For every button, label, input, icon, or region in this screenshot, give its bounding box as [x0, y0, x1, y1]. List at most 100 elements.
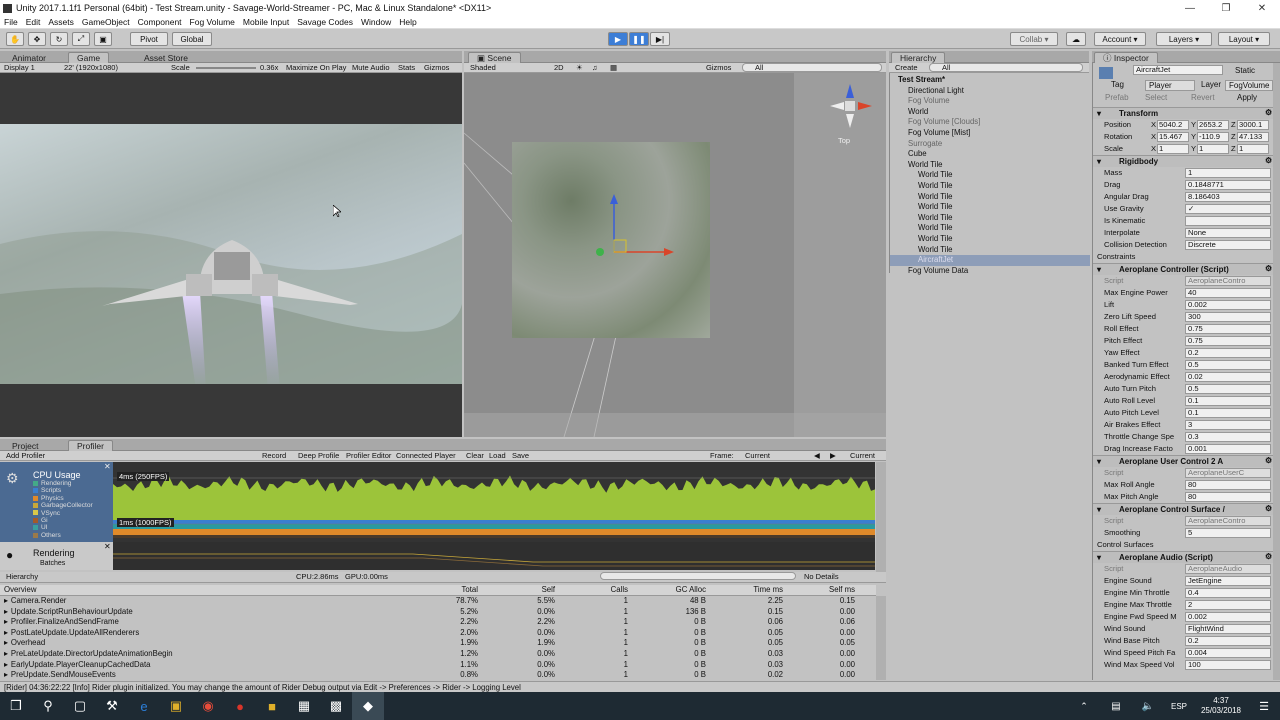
task-view-icon[interactable]: ▢: [64, 692, 96, 720]
column-header[interactable]: Overview: [4, 585, 37, 596]
transform-scale-z-field[interactable]: 1: [1237, 144, 1269, 154]
profiler-table-row[interactable]: ▸ EarlyUpdate.PlayerCleanupCachedData 1.1%…: [0, 660, 876, 671]
hierarchy-item[interactable]: World Tile: [890, 245, 1090, 256]
shading-dropdown[interactable]: Shaded: [470, 63, 496, 73]
red-app-icon[interactable]: ●: [224, 692, 256, 720]
aeroplane-controller-field-value[interactable]: 0.002: [1185, 300, 1271, 310]
profiler-graph-scrollbar[interactable]: [876, 462, 886, 572]
aeroplane-audio-field-value[interactable]: JetEngine: [1185, 576, 1271, 586]
expand-arrow-icon[interactable]: ▸: [4, 660, 8, 669]
load-button[interactable]: Load: [489, 451, 506, 461]
profiler-table-row[interactable]: ▸ Camera.Render 78.7% 5.5% 1 48 B 2.25 0.15: [0, 596, 876, 607]
aeroplane-controller-field-value[interactable]: 0.1: [1185, 396, 1271, 406]
file-explorer-icon[interactable]: ■: [256, 692, 288, 720]
effects-icon[interactable]: ▦: [610, 63, 617, 73]
aeroplane-audio-field-value[interactable]: 0.4: [1185, 588, 1271, 598]
column-header[interactable]: Time ms: [753, 585, 783, 596]
expand-arrow-icon[interactable]: ▸: [4, 607, 8, 616]
aeroplane-controller-field-value[interactable]: 0.001: [1185, 444, 1271, 454]
edge-browser-icon[interactable]: e: [128, 692, 160, 720]
hierarchy-item[interactable]: World Tile: [890, 170, 1090, 181]
expand-arrow-icon[interactable]: ▸: [4, 628, 8, 637]
pause-button[interactable]: ❚❚: [629, 32, 649, 46]
component-settings-icon[interactable]: ⚙: [1265, 156, 1272, 165]
rigidbody-field-value[interactable]: 0.1848771: [1185, 180, 1271, 190]
aeroplane-audio-field-value[interactable]: 0.2: [1185, 636, 1271, 646]
menu-window[interactable]: Window: [357, 17, 395, 27]
control-surfaces-foldout[interactable]: Control Surfaces: [1093, 539, 1280, 551]
component-settings-icon[interactable]: ⚙: [1265, 456, 1272, 465]
hierarchy-item[interactable]: Fog Volume: [890, 96, 1090, 107]
tools-app-icon[interactable]: ⚒: [96, 692, 128, 720]
transform-rotation-z-field[interactable]: 47.133: [1237, 132, 1269, 142]
console-status-bar[interactable]: [Rider] 04:36:22:22 [Info] Rider plugin …: [0, 681, 1280, 692]
prefab-select-button[interactable]: Select: [1145, 93, 1167, 102]
menu-fog-volume[interactable]: Fog Volume: [186, 17, 239, 27]
play-button[interactable]: ▶: [608, 32, 628, 46]
prev-frame-icon[interactable]: ◀: [814, 451, 820, 461]
hierarchy-item[interactable]: Fog Volume [Mist]: [890, 128, 1090, 139]
hierarchy-item[interactable]: Cube: [890, 149, 1090, 160]
user-control-component[interactable]: ▾ Aeroplane User Control 2 A ⚙: [1093, 455, 1280, 467]
constraints-foldout[interactable]: Constraints: [1093, 251, 1280, 263]
pivot-button[interactable]: Pivot: [130, 32, 168, 46]
component-settings-icon[interactable]: ⚙: [1265, 504, 1272, 513]
hierarchy-item[interactable]: World Tile: [890, 223, 1090, 234]
object-name-field[interactable]: AircraftJet: [1133, 65, 1223, 75]
hierarchy-item[interactable]: Fog Volume Data: [890, 266, 1090, 277]
lighting-icon[interactable]: ☀: [576, 63, 583, 73]
transform-rotation-x-field[interactable]: 15.467: [1157, 132, 1189, 142]
expand-arrow-icon[interactable]: ▸: [4, 670, 8, 679]
mute-audio-button[interactable]: Mute Audio: [352, 63, 390, 73]
global-button[interactable]: Global: [172, 32, 212, 46]
aeroplane-audio-component[interactable]: ▾ Aeroplane Audio (Script) ⚙: [1093, 551, 1280, 563]
aeroplane-audio-field-value[interactable]: 0.002: [1185, 612, 1271, 622]
user-control-field-value[interactable]: 80: [1185, 480, 1271, 490]
hierarchy-item[interactable]: AircraftJet: [890, 255, 1090, 266]
rigidbody-field-value[interactable]: 8.186403: [1185, 192, 1271, 202]
gizmos-button[interactable]: Gizmos: [424, 63, 449, 73]
close-rendering-module-icon[interactable]: ✕: [104, 542, 111, 551]
menu-gameobject[interactable]: GameObject: [78, 17, 134, 27]
aeroplane-audio-field-value[interactable]: 100: [1185, 660, 1271, 670]
restore-icon[interactable]: ❐: [1208, 3, 1244, 14]
menu-help[interactable]: Help: [395, 17, 420, 27]
cpu-legend-item[interactable]: VSync: [33, 510, 60, 517]
tab-hierarchy[interactable]: Hierarchy: [891, 52, 946, 63]
rigidbody-field-value[interactable]: Discrete: [1185, 240, 1271, 250]
deep-profile-button[interactable]: Deep Profile: [298, 451, 339, 461]
hierarchy-item[interactable]: World Tile: [890, 234, 1090, 245]
column-header[interactable]: Calls: [611, 585, 628, 596]
rigidbody-field-value[interactable]: 1: [1185, 168, 1271, 178]
transform-position-y-field[interactable]: 2653.2: [1197, 120, 1229, 130]
column-header[interactable]: Self ms: [829, 585, 855, 596]
hand-tool-icon[interactable]: ✋: [6, 32, 24, 46]
cpu-legend-item[interactable]: Rendering: [33, 480, 71, 487]
view-mode-dropdown[interactable]: Hierarchy: [6, 572, 38, 582]
hierarchy-search-input[interactable]: All: [929, 63, 1083, 72]
maximize-on-play-button[interactable]: Maximize On Play: [286, 63, 346, 73]
menu-component[interactable]: Component: [134, 17, 186, 27]
hierarchy-item[interactable]: Test Stream*: [890, 75, 1090, 86]
clear-button[interactable]: Clear: [466, 451, 484, 461]
step-button[interactable]: ▶|: [650, 32, 670, 46]
audio-icon[interactable]: ♫: [592, 63, 598, 73]
connected-player-dropdown[interactable]: Connected Player: [396, 451, 456, 461]
tab-animator[interactable]: Animator: [4, 52, 54, 63]
transform-scale-x-field[interactable]: 1: [1157, 144, 1189, 154]
control-surface-component[interactable]: ▾ Aeroplane Control Surface / ⚙: [1093, 503, 1280, 515]
stats-button[interactable]: Stats: [398, 63, 415, 73]
hierarchy-item[interactable]: World Tile: [890, 181, 1090, 192]
profiler-table-row[interactable]: ▸ Update.ScriptRunBehaviourUpdate 5.2% 0.0%…: [0, 607, 876, 618]
rendering-module[interactable]: ● Rendering ✕ Batches: [0, 542, 113, 570]
aeroplane-controller-field-value[interactable]: 0.2: [1185, 348, 1271, 358]
menu-edit[interactable]: Edit: [22, 17, 45, 27]
move-tool-icon[interactable]: ✥: [28, 32, 46, 46]
menu-file[interactable]: File: [0, 17, 22, 27]
aeroplane-audio-field-value[interactable]: 2: [1185, 600, 1271, 610]
rigidbody-component[interactable]: ▾ Rigidbody ⚙: [1093, 155, 1280, 167]
rigidbody-field-value[interactable]: None: [1185, 228, 1271, 238]
hierarchy-item[interactable]: World Tile: [890, 192, 1090, 203]
prefab-revert-button[interactable]: Revert: [1191, 93, 1215, 102]
notifications-icon[interactable]: ☰: [1248, 692, 1280, 720]
